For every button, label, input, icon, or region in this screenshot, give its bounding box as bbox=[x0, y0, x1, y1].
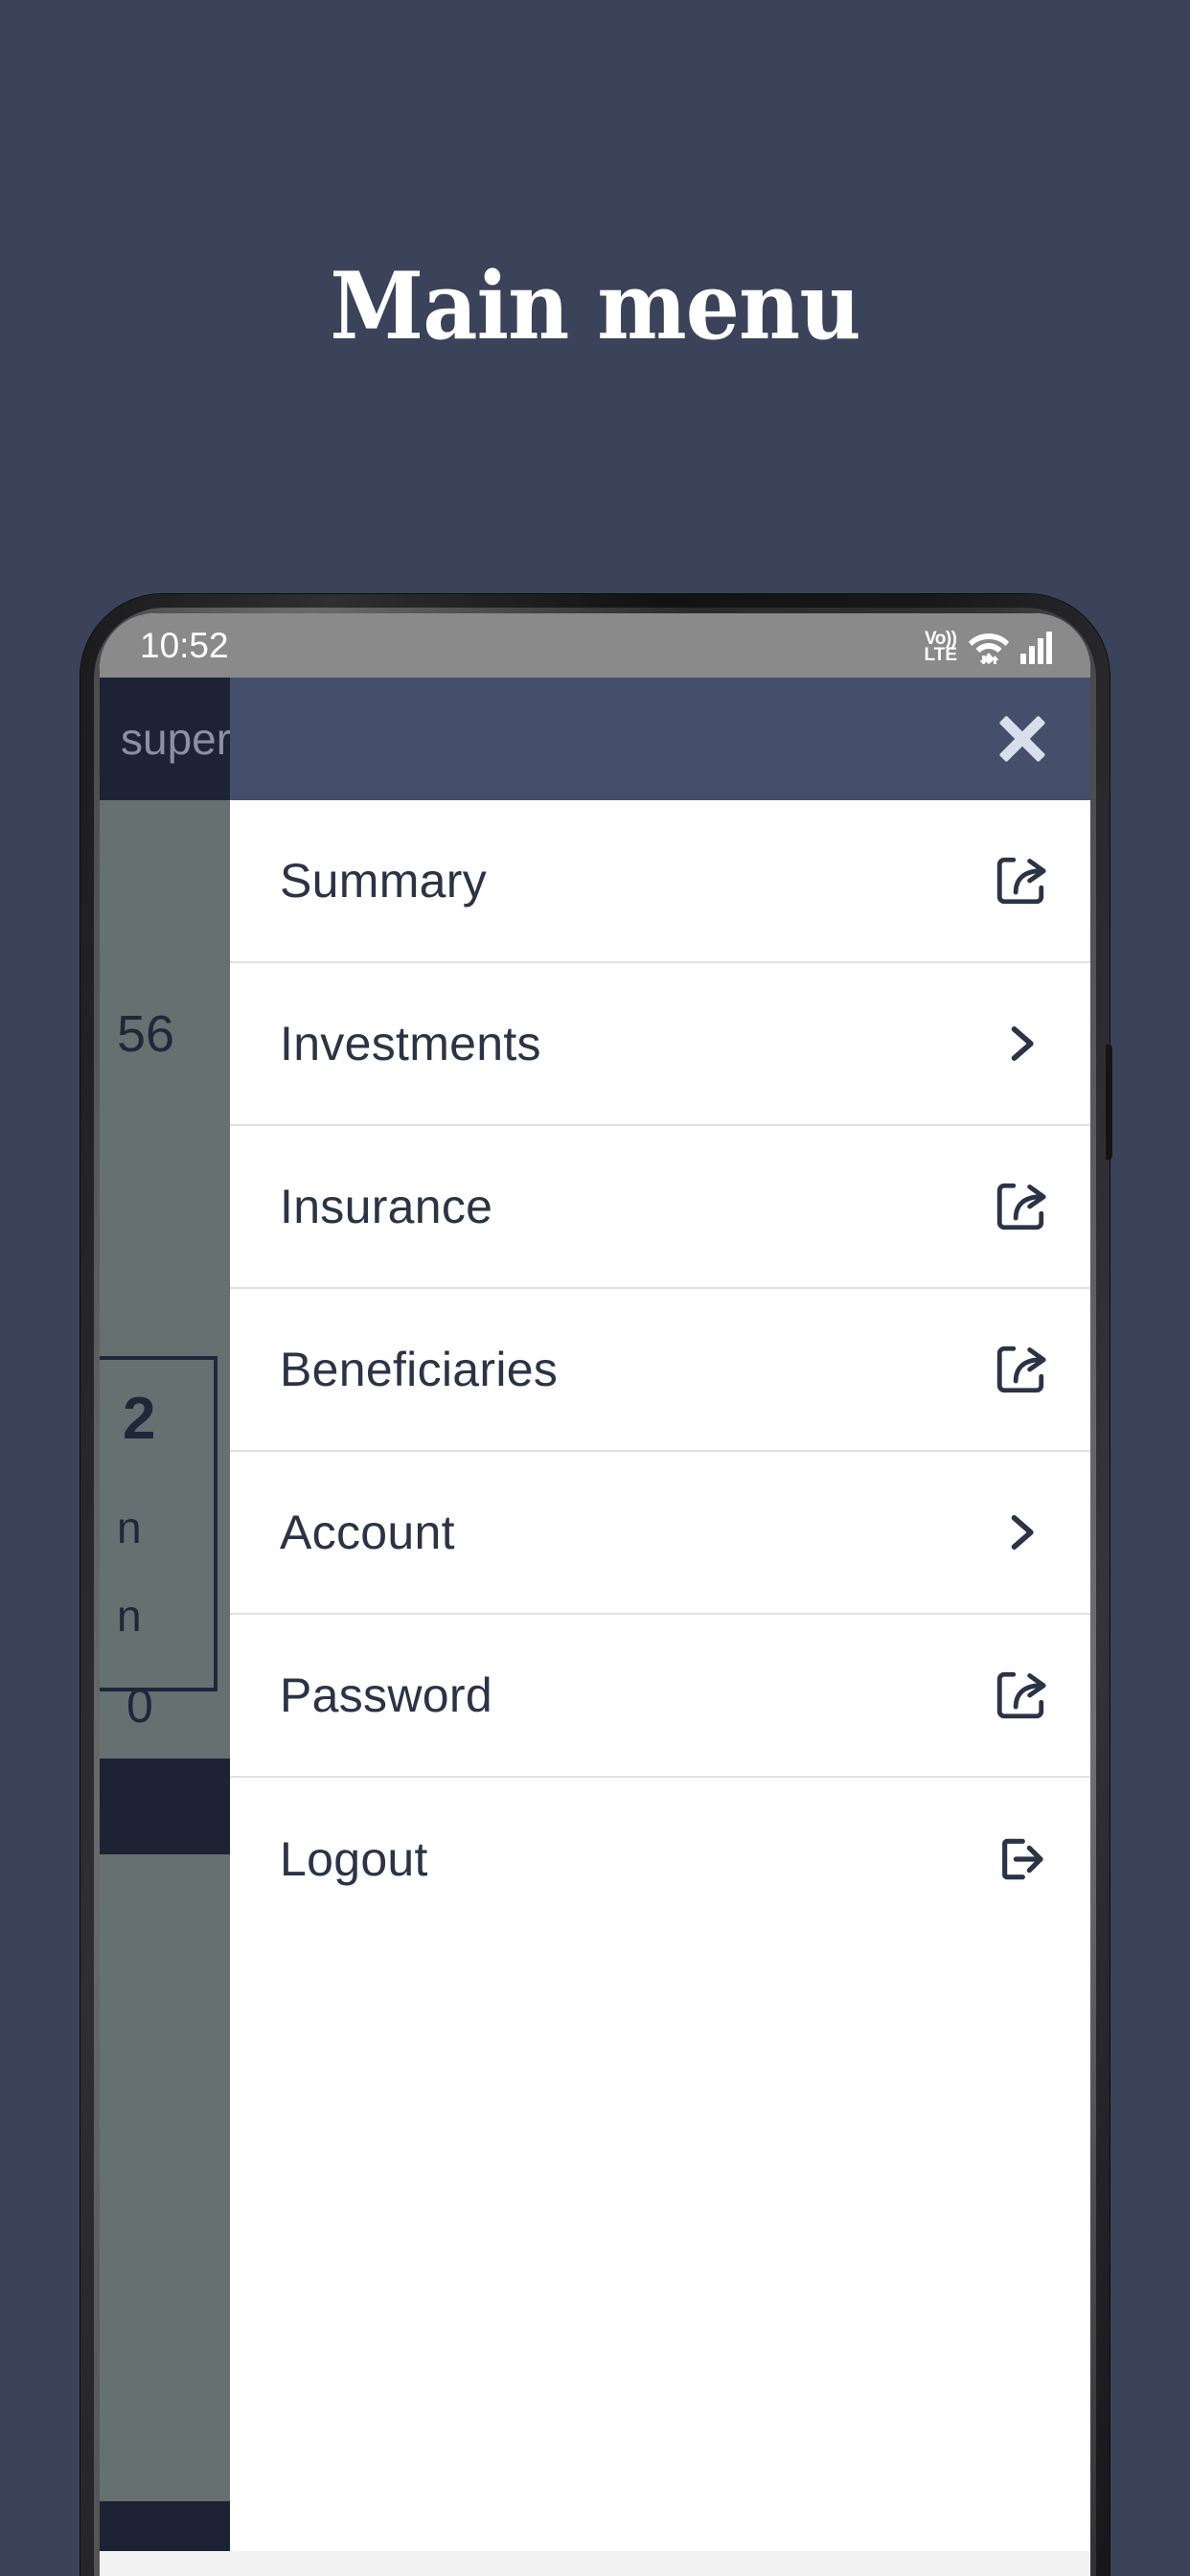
chevron-right-icon bbox=[991, 1503, 1050, 1562]
menu-item-logout[interactable]: Logout bbox=[230, 1778, 1090, 1941]
menu-item-label: Password bbox=[280, 1668, 492, 1722]
signal-bars-icon bbox=[1020, 631, 1052, 664]
status-bar: 10:52 Vo)) LTE bbox=[100, 613, 1090, 678]
menu-item-insurance[interactable]: Insurance bbox=[230, 1126, 1090, 1289]
page-title: Main menu bbox=[330, 252, 860, 360]
external-link-icon bbox=[991, 1177, 1050, 1236]
menu-item-investments[interactable]: Investments bbox=[230, 963, 1090, 1126]
background-sidebar-block bbox=[100, 1759, 230, 1854]
status-bar-clock: 10:52 bbox=[140, 625, 229, 665]
background-card-line-1: 2 bbox=[123, 1386, 156, 1452]
volte-icon-bottom: LTE bbox=[924, 645, 957, 666]
menu-item-label: Insurance bbox=[280, 1180, 493, 1233]
background-card: 2 n n 0 bbox=[100, 1356, 217, 1733]
phone-screen: 10:52 Vo)) LTE super 56 2 n n 0 Summary … bbox=[100, 613, 1090, 2576]
app-viewport: super 56 2 n n 0 Summary Investments Ins… bbox=[100, 678, 1090, 2576]
menu-item-account[interactable]: Account bbox=[230, 1452, 1090, 1615]
menu-item-label: Summary bbox=[280, 854, 488, 908]
menu-item-beneficiaries[interactable]: Beneficiaries bbox=[230, 1289, 1090, 1452]
background-card-line-3: n bbox=[117, 1591, 142, 1641]
menu-item-label: Beneficiaries bbox=[280, 1343, 559, 1396]
close-icon[interactable] bbox=[993, 709, 1052, 769]
menu-item-label: Investments bbox=[280, 1017, 541, 1070]
external-link-icon bbox=[991, 1340, 1050, 1399]
background-card-line-2: n bbox=[117, 1503, 142, 1552]
background-number: 56 bbox=[117, 1005, 175, 1063]
menu-item-label: Account bbox=[280, 1506, 455, 1559]
drawer-header bbox=[230, 678, 1090, 800]
menu-item-summary[interactable]: Summary bbox=[230, 800, 1090, 963]
android-nav-bar bbox=[100, 2551, 1090, 2576]
screenshot-root: Main menu 10:52 Vo)) LTE super 56 2 n n … bbox=[0, 0, 1190, 2576]
external-link-icon bbox=[991, 1666, 1050, 1725]
app-brand-label: super bbox=[121, 714, 232, 764]
logout-icon bbox=[991, 1829, 1050, 1889]
wifi-icon bbox=[968, 628, 1010, 665]
menu-list: Summary Investments Insurance Beneficiar… bbox=[230, 800, 1090, 2576]
volte-icon: Vo)) LTE bbox=[924, 629, 957, 666]
chevron-right-icon bbox=[991, 1014, 1050, 1073]
main-menu-drawer: Summary Investments Insurance Beneficiar… bbox=[230, 678, 1090, 2576]
menu-item-password[interactable]: Password bbox=[230, 1615, 1090, 1778]
power-button[interactable] bbox=[1106, 1045, 1112, 1160]
status-bar-icons: Vo)) LTE bbox=[924, 628, 1052, 666]
menu-item-label: Logout bbox=[280, 1832, 428, 1886]
external-link-icon bbox=[991, 851, 1050, 910]
phone-device-frame: 10:52 Vo)) LTE super 56 2 n n 0 Summary … bbox=[80, 594, 1112, 2576]
background-card-line-4: 0 bbox=[126, 1679, 153, 1733]
